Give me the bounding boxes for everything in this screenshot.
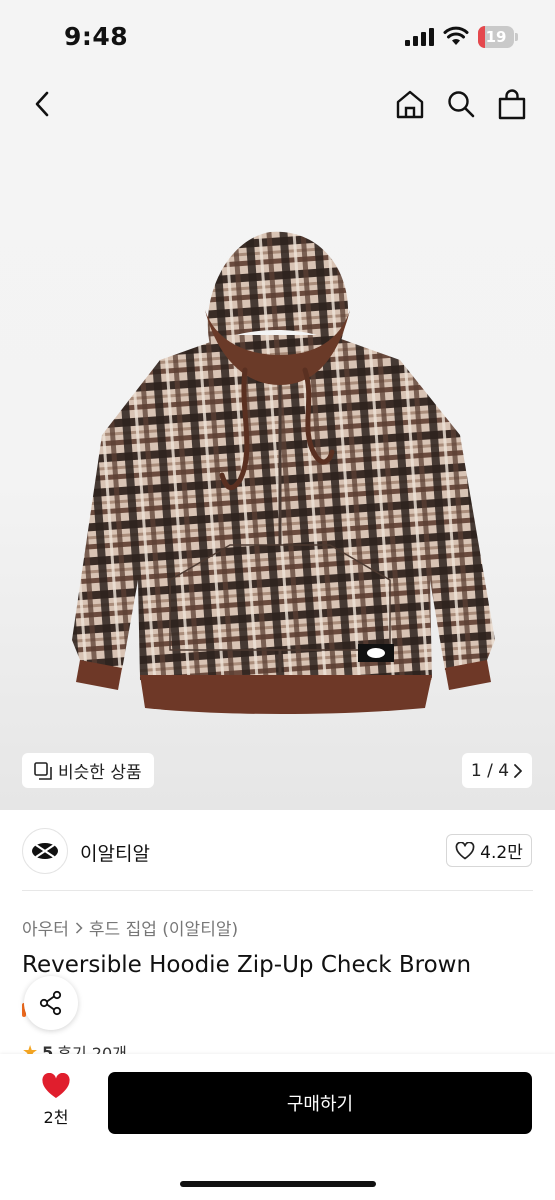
brand-logo-icon — [32, 843, 58, 859]
battery-icon: 19 — [478, 26, 518, 48]
wishlist-count: 2천 — [43, 1108, 69, 1127]
share-icon — [39, 990, 62, 1016]
image-pager[interactable]: 1 / 4 — [462, 753, 532, 788]
product-image-gallery[interactable]: 9:48 19 비슷한 상품 1 / 4 — [0, 0, 555, 810]
divider — [22, 890, 533, 891]
product-photo — [72, 231, 495, 714]
status-bar: 9:48 19 — [0, 0, 555, 70]
buy-button[interactable]: 구매하기 — [108, 1072, 532, 1134]
brand-like-count: 4.2만 — [480, 843, 523, 863]
chevron-right-icon — [514, 763, 522, 778]
breadcrumb-subcategory[interactable]: 후드 집업 (이알티알) — [89, 915, 238, 940]
chevron-left-icon — [35, 91, 49, 117]
breadcrumb-category[interactable]: 아우터 — [22, 915, 69, 940]
wishlist-button[interactable]: 2천 — [28, 1073, 84, 1133]
cellular-signal-icon — [405, 28, 434, 46]
chevron-right-icon — [75, 921, 83, 934]
breadcrumb: 아우터 후드 집업 (이알티알) — [22, 915, 238, 940]
brand-like-button[interactable]: 4.2만 — [446, 834, 532, 867]
shopping-bag-icon — [498, 89, 526, 120]
share-button[interactable] — [24, 976, 78, 1030]
similar-items-label: 비슷한 상품 — [58, 763, 142, 783]
status-time: 9:48 — [64, 22, 129, 51]
home-button[interactable] — [390, 84, 430, 124]
cart-button[interactable] — [492, 84, 532, 124]
heart-outline-icon — [455, 841, 475, 859]
search-button[interactable] — [441, 84, 481, 124]
pager-text: 1 / 4 — [470, 760, 510, 781]
home-indicator — [180, 1181, 376, 1187]
battery-level: 19 — [485, 28, 507, 46]
similar-items-icon — [34, 761, 52, 780]
brand-logo[interactable] — [22, 828, 68, 874]
search-icon — [448, 91, 475, 118]
home-icon — [396, 90, 424, 119]
similar-items-button[interactable]: 비슷한 상품 — [22, 753, 154, 788]
wifi-icon — [443, 26, 469, 45]
product-title: Reversible Hoodie Zip-Up Check Brown — [22, 952, 472, 978]
brand-name[interactable]: 이알티알 — [80, 839, 150, 866]
back-button[interactable] — [22, 84, 62, 124]
heart-filled-icon — [42, 1073, 70, 1098]
